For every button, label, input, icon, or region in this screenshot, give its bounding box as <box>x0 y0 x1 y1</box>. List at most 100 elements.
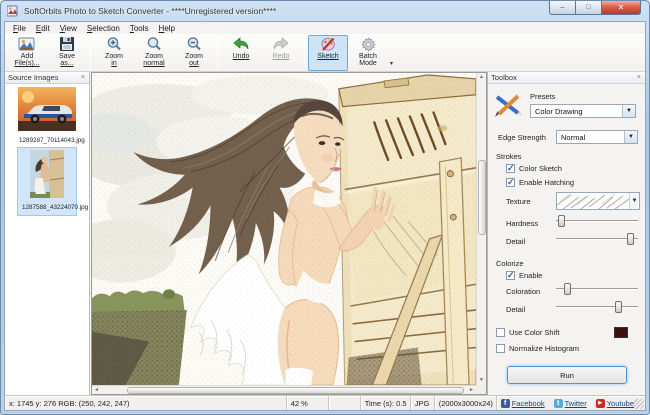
menu-edit[interactable]: Edit <box>31 24 55 33</box>
menu-selection[interactable]: Selection <box>82 24 125 33</box>
source-filename: 1287588_43224070.jpg <box>20 203 74 213</box>
vertical-scroll-thumb[interactable] <box>478 160 486 235</box>
truck-thumbnail-image <box>18 87 76 131</box>
colorize-detail-slider-thumb[interactable] <box>615 301 622 313</box>
status-bar: x: 1745 y: 276 RGB: (250, 242, 247) 42 %… <box>5 395 645 410</box>
redo-icon <box>272 36 290 53</box>
canvas-horizontal-scrollbar[interactable]: ◄ ► <box>92 385 476 394</box>
app-window: SoftOrbits Photo to Sketch Converter - *… <box>0 0 650 415</box>
coloration-slider-thumb[interactable] <box>564 283 571 295</box>
batch-mode-gear-icon <box>359 36 377 53</box>
strokes-detail-label: Detail <box>506 237 525 246</box>
source-panel-header: Source Images × <box>5 72 89 84</box>
undo-button[interactable]: Undo <box>221 35 261 71</box>
file-format: JPG <box>411 396 435 410</box>
toolbox-close-icon[interactable]: × <box>636 74 642 81</box>
toolbar-separator <box>304 36 305 69</box>
menu-view[interactable]: View <box>55 24 82 33</box>
batch-mode-button[interactable]: Batch Mode <box>348 35 388 71</box>
menu-file[interactable]: File <box>8 24 31 33</box>
app-icon <box>7 5 19 17</box>
strokes-detail-slider-thumb[interactable] <box>627 233 634 245</box>
menu-tools[interactable]: Tools <box>125 24 154 33</box>
zoom-out-icon <box>185 36 203 53</box>
toolbar: Add File(s)... Save as... Zoom in <box>5 34 645 72</box>
zoom-in-icon <box>105 36 123 53</box>
menu-help[interactable]: Help <box>154 24 180 33</box>
scrollbar-corner <box>476 385 486 394</box>
add-files-button[interactable]: Add File(s)... <box>7 35 47 71</box>
sketch-button[interactable]: Sketch <box>308 35 348 71</box>
strokes-detail-slider[interactable] <box>556 233 638 245</box>
save-icon <box>58 36 76 53</box>
zoom-level: 42 % <box>287 396 329 410</box>
strokes-section-label: Strokes <box>496 152 521 161</box>
scroll-right-icon[interactable]: ► <box>469 388 474 393</box>
sketch-preview-image[interactable] <box>92 73 476 385</box>
use-color-shift-checkbox[interactable]: Use Color Shift <box>496 328 559 337</box>
color-sketch-checkbox[interactable]: ✓ Color Sketch <box>506 164 562 173</box>
window-title: SoftOrbits Photo to Sketch Converter - *… <box>24 6 276 16</box>
hatch-texture-swatch <box>557 193 629 209</box>
texture-label: Texture <box>506 197 531 206</box>
colorize-section-label: Colorize <box>496 259 524 268</box>
twitter-link[interactable]: t Twitter <box>554 399 587 408</box>
cursor-info: x: 1745 y: 276 RGB: (250, 242, 247) <box>5 396 287 410</box>
redo-button[interactable]: Redo <box>261 35 301 71</box>
zoom-in-button[interactable]: Zoom in <box>94 35 134 71</box>
zoom-normal-button[interactable]: Zoom normal <box>134 35 174 71</box>
colorize-detail-slider[interactable] <box>556 301 638 313</box>
toolbox-panel: Toolbox × Presets Color Drawing ▼ Edge S… <box>487 72 645 395</box>
toolbox-header: Toolbox × <box>488 72 645 84</box>
source-thumbnail-truck[interactable]: 1289287_70114043.jpg <box>17 87 77 146</box>
source-thumbnail-woman[interactable]: 1287588_43224070.jpg <box>17 147 77 216</box>
woman-thumbnail-image <box>30 150 64 198</box>
scroll-left-icon[interactable]: ◄ <box>94 388 99 393</box>
resize-grip-icon[interactable] <box>634 399 644 409</box>
canvas-vertical-scrollbar[interactable]: ▲ ▼ <box>476 73 486 385</box>
chevron-down-icon: ▼ <box>629 193 639 209</box>
colorize-detail-label: Detail <box>506 305 525 314</box>
coloration-slider[interactable] <box>556 283 638 295</box>
toolbar-separator <box>217 36 218 69</box>
zoom-normal-icon <box>145 36 163 53</box>
hardness-slider-thumb[interactable] <box>558 215 565 227</box>
scroll-up-icon[interactable]: ▲ <box>479 75 484 80</box>
edge-strength-label: Edge Strength <box>498 133 546 142</box>
run-button[interactable]: Run <box>507 366 627 384</box>
maximize-button[interactable]: □ <box>575 1 601 15</box>
youtube-link[interactable]: ▶ Youtube <box>596 399 634 408</box>
toolbar-overflow-icon[interactable]: ▾ <box>390 60 393 67</box>
presets-dropdown[interactable]: Color Drawing ▼ <box>530 104 636 118</box>
texture-dropdown[interactable]: ▼ <box>556 192 640 210</box>
pencils-icon <box>494 92 522 120</box>
hardness-label: Hardness <box>506 219 538 228</box>
sketch-icon <box>319 36 337 53</box>
close-button[interactable]: ✕ <box>601 1 641 15</box>
canvas-area: ▲ ▼ ◄ ► <box>91 72 487 395</box>
edge-strength-dropdown[interactable]: Normal ▼ <box>556 130 638 144</box>
scroll-down-icon[interactable]: ▼ <box>479 378 484 383</box>
enable-hatching-checkbox[interactable]: ✓ Enable Hatching <box>506 178 574 187</box>
twitter-icon: t <box>554 399 563 408</box>
source-panel-close-icon[interactable]: × <box>80 74 86 81</box>
menu-bar: File Edit View Selection Tools Help <box>5 22 645 34</box>
processing-time: Time (s): 0.5 <box>361 396 411 410</box>
presets-label: Presets <box>530 92 555 101</box>
normalize-histogram-checkbox[interactable]: Normalize Histogram <box>496 344 579 353</box>
save-as-button[interactable]: Save as... <box>47 35 87 71</box>
horizontal-scroll-thumb[interactable] <box>127 387 465 394</box>
sketch-artwork <box>92 73 476 385</box>
chevron-down-icon: ▼ <box>624 131 637 143</box>
facebook-link[interactable]: f Facebook <box>501 399 545 408</box>
title-bar[interactable]: SoftOrbits Photo to Sketch Converter - *… <box>1 1 649 21</box>
zoom-out-button[interactable]: Zoom out <box>174 35 214 71</box>
color-shift-swatch[interactable] <box>614 327 628 338</box>
add-file-icon <box>18 36 36 53</box>
facebook-icon: f <box>501 399 510 408</box>
social-links: f Facebook t Twitter ▶ Youtube <box>497 396 645 410</box>
chevron-down-icon: ▼ <box>622 105 635 117</box>
minimize-button[interactable]: – <box>549 1 575 15</box>
hardness-slider[interactable] <box>556 215 638 227</box>
colorize-enable-checkbox[interactable]: ✓ Enable <box>506 271 542 280</box>
